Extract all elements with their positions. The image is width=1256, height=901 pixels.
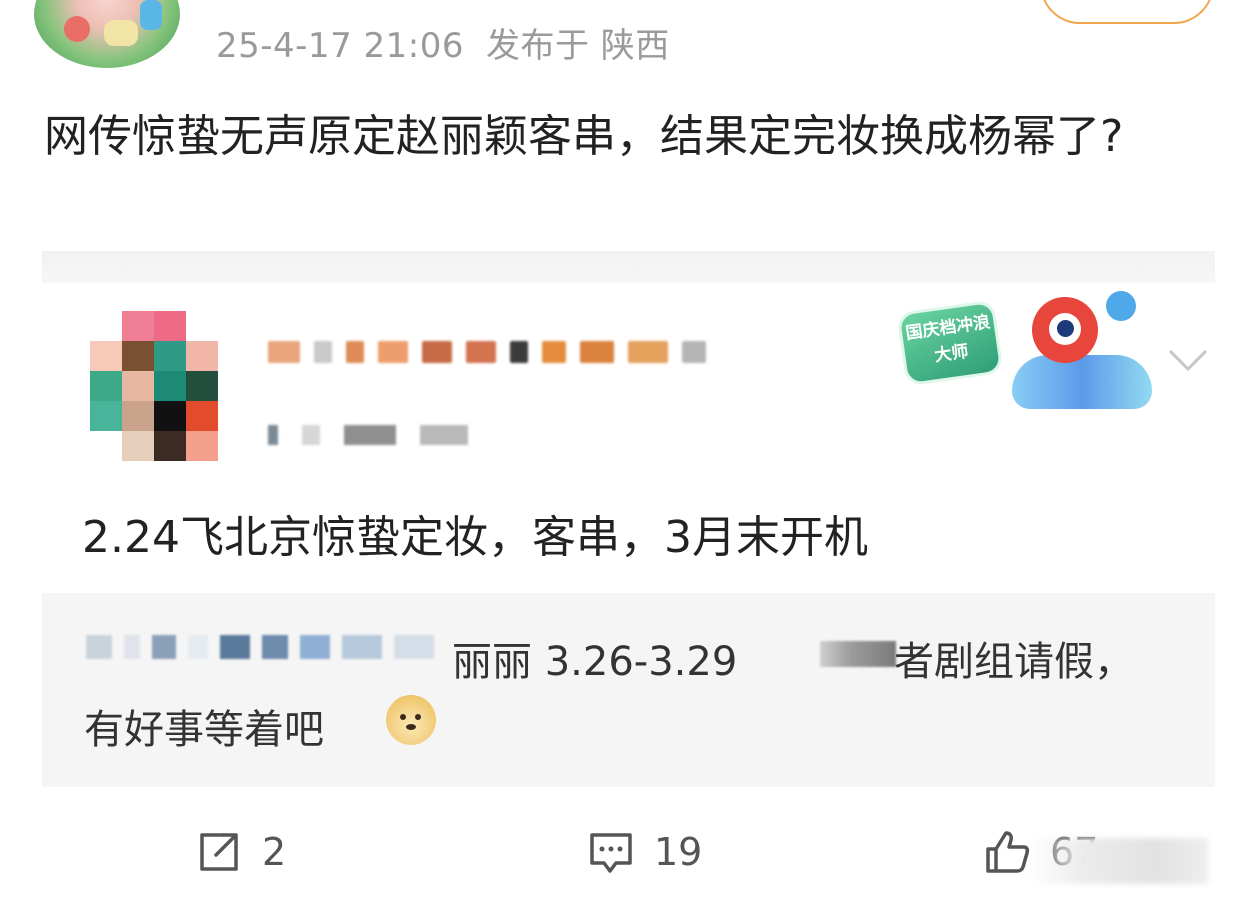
quoted-text-line2: 有好事等着吧 — [84, 707, 324, 753]
badge-ball-decor — [1106, 291, 1136, 321]
badge-label: 国庆档冲浪大师 — [899, 302, 1001, 384]
commenter-name-redacted — [268, 341, 706, 363]
quoted-user-redacted — [86, 635, 434, 659]
comment-icon — [590, 833, 632, 873]
quoted-text-part2: 者剧组请假， — [894, 639, 1134, 685]
embed-top-strip — [42, 251, 1215, 283]
holiday-badge: 国庆档冲浪大师 — [892, 289, 1158, 413]
avatar-deco — [140, 0, 162, 30]
quoted-text-redacted — [820, 641, 896, 667]
post-meta: 25-4-17 21:06 发布于 陕西 — [216, 18, 670, 67]
badge-mascot-pupil — [1057, 320, 1074, 337]
author-avatar[interactable] — [34, 0, 180, 68]
commenter-meta-redacted — [268, 425, 468, 445]
embedded-comment: 国庆档冲浪大师 2.24飞北京惊蛰定妆，客串，3月末开机 — [42, 283, 1215, 593]
post-date: 25-4-17 21:06 — [216, 26, 464, 66]
doge-emoji-icon — [386, 695, 436, 745]
weibo-post-screenshot: 25-4-17 21:06 发布于 陕西 网传惊蛰无声原定赵丽颖客串，结果定完妆换… — [0, 0, 1256, 901]
chevron-down-icon[interactable] — [1166, 345, 1210, 375]
quoted-comment[interactable]: 丽丽 3.26-3.29 者剧组请假， 有好事等着吧 — [42, 593, 1215, 787]
repost-count: 2 — [262, 830, 287, 874]
like-area-blur — [1030, 838, 1208, 884]
repost-icon — [200, 833, 238, 871]
badge-wave-decor — [1012, 355, 1152, 409]
comment-count: 19 — [654, 830, 703, 874]
comment-text: 2.24飞北京惊蛰定妆，客串，3月末开机 — [82, 512, 868, 563]
post-location: 发布于 陕西 — [486, 26, 670, 66]
follow-button[interactable] — [1040, 0, 1214, 24]
thumbs-up-icon — [986, 831, 1030, 873]
comment-action[interactable]: 19 — [586, 822, 702, 882]
repost-action[interactable]: 2 — [194, 822, 286, 882]
post-body: 网传惊蛰无声原定赵丽颖客串，结果定完妆换成杨幂了? — [44, 111, 1124, 162]
avatar-deco — [64, 16, 90, 42]
quoted-text-part1: 丽丽 3.26-3.29 — [452, 639, 738, 685]
commenter-avatar-pixelated — [90, 311, 218, 461]
doge-face-icon — [400, 714, 421, 730]
avatar-deco — [104, 20, 138, 46]
